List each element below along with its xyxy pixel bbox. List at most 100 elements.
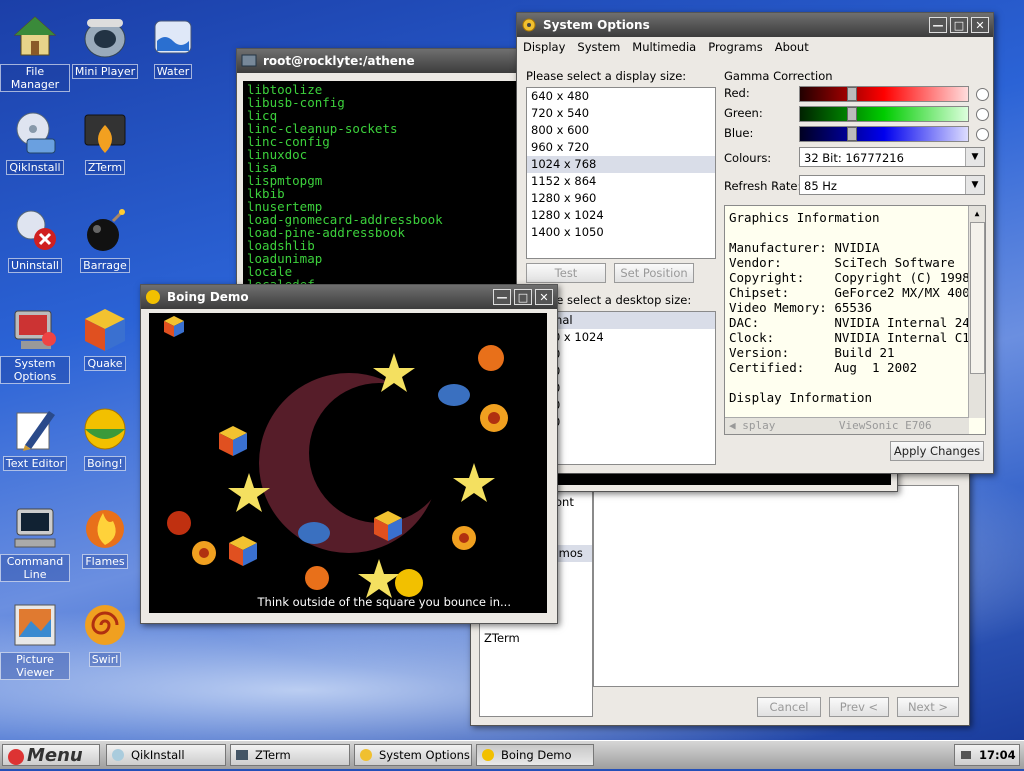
computer-icon [10, 502, 60, 552]
desktop-icon-swirl[interactable]: Swirl [70, 600, 140, 667]
maximize-icon: □ [953, 18, 965, 32]
elephant-icon [298, 522, 330, 544]
refresh-rate-label: Refresh Rate: [724, 179, 802, 193]
boing-ball-icon [395, 569, 423, 597]
boing-icon [481, 748, 495, 762]
desktop-icon-system-options[interactable]: System Options [0, 304, 70, 384]
info-line: Chipset: GeForce2 MX/MX 400 [729, 285, 970, 300]
taskbar: Menu QikInstall ZTerm System Options Boi… [0, 740, 1024, 769]
info-line [729, 375, 970, 390]
colours-label: Colours: [724, 151, 772, 165]
desktop-icon-boing[interactable]: Boing! [70, 404, 140, 471]
list-item[interactable]: 1280 x 1024 [527, 207, 715, 224]
terminal-icon [80, 108, 130, 158]
taskbar-item-boing-demo[interactable]: Boing Demo [476, 744, 594, 766]
scroll-thumb[interactable] [970, 222, 985, 374]
menu-about[interactable]: About [769, 40, 815, 54]
desktop-icon-qikinstall[interactable]: QikInstall [0, 108, 70, 175]
set-position-button[interactable]: Set Position [614, 263, 694, 283]
desktop-icon-water[interactable]: Water [138, 12, 208, 79]
system-clock[interactable]: 17:04 [954, 744, 1020, 766]
scroll-up-icon[interactable]: ▲ [970, 206, 984, 220]
cancel-button[interactable]: Cancel [757, 697, 821, 717]
desktop-icon-barrage[interactable]: Barrage [70, 206, 140, 273]
desktop-icon-picture-viewer[interactable]: Picture Viewer [0, 600, 70, 680]
menu-multimedia[interactable]: Multimedia [626, 40, 702, 54]
minimize-button[interactable]: — [493, 289, 511, 305]
colours-select[interactable]: 32 Bit: 16777216 ▼ [799, 147, 985, 167]
list-item[interactable]: 800 x 600 [527, 122, 715, 139]
scroll-left-icon[interactable]: ◀ [725, 419, 736, 432]
list-item[interactable]: ZTerm [480, 630, 592, 647]
display-size-list[interactable]: 640 x 480 720 x 540 800 x 600 960 x 720 … [526, 87, 716, 259]
close-button[interactable]: ✕ [535, 289, 553, 305]
system-options-icon [10, 304, 60, 354]
menu-display[interactable]: Display [517, 40, 571, 54]
slider-thumb[interactable] [847, 127, 858, 141]
taskbar-item-system-options[interactable]: System Options [354, 744, 472, 766]
info-line [729, 225, 970, 240]
blue-radio[interactable] [976, 128, 989, 141]
info-line: DAC: NVIDIA Internal 24 [729, 315, 970, 330]
close-button[interactable]: ✕ [971, 17, 989, 33]
desktop-icon-text-editor[interactable]: Text Editor [0, 404, 70, 471]
list-item[interactable]: 1400 x 1050 [527, 224, 715, 241]
desktop-icon-flames[interactable]: Flames [70, 502, 140, 569]
blue-gamma-slider[interactable] [799, 126, 969, 142]
menu-programs[interactable]: Programs [702, 40, 769, 54]
boing-demo-window[interactable]: Boing Demo — □ ✕ Think outside of the sq… [140, 284, 558, 624]
slider-thumb[interactable] [847, 107, 858, 121]
minimize-button[interactable]: — [929, 17, 947, 33]
refresh-rate-select[interactable]: 85 Hz ▼ [799, 175, 985, 195]
slider-thumb[interactable] [847, 87, 858, 101]
info-line: Copyright: Copyright (C) 1998 [729, 270, 970, 285]
window-title: Boing Demo [167, 290, 249, 304]
test-button[interactable]: Test [526, 263, 606, 283]
desktop-icon-command-line[interactable]: Command Line [0, 502, 70, 582]
green-gamma-slider[interactable] [799, 106, 969, 122]
list-item-selected[interactable]: 1024 x 768 [527, 156, 715, 173]
desktop-icon-quake[interactable]: Quake [70, 304, 140, 371]
apply-changes-button[interactable]: Apply Changes [890, 441, 984, 461]
taskbar-item-zterm[interactable]: ZTerm [230, 744, 350, 766]
boing-titlebar[interactable]: Boing Demo — □ ✕ [141, 285, 557, 309]
maximize-button[interactable]: □ [950, 17, 968, 33]
maximize-button[interactable]: □ [514, 289, 532, 305]
next-button[interactable]: Next > [897, 697, 959, 717]
graphics-info-panel[interactable]: Graphics Information Manufacturer: NVIDIA… [724, 205, 986, 435]
start-menu-button[interactable]: Menu [2, 744, 100, 766]
vertical-scrollbar[interactable]: ▲ [968, 206, 985, 418]
list-item[interactable]: 720 x 540 [527, 105, 715, 122]
boing-icon [80, 404, 130, 454]
desktop-icon-zterm[interactable]: ZTerm [70, 108, 140, 175]
house-icon [10, 12, 60, 62]
gear-icon [359, 748, 373, 762]
green-radio[interactable] [976, 108, 989, 121]
red-radio[interactable] [976, 88, 989, 101]
desktop: File Manager Mini Player Water QikInstal… [0, 0, 1024, 740]
taskbar-item-qikinstall[interactable]: QikInstall [106, 744, 226, 766]
system-options-titlebar[interactable]: System Options — □ ✕ [517, 13, 993, 37]
desktop-icon-uninstall[interactable]: Uninstall [0, 206, 70, 273]
star-icon [358, 559, 400, 598]
list-item[interactable]: 1152 x 864 [527, 173, 715, 190]
window-title: System Options [543, 18, 650, 32]
moon-shadow [309, 383, 449, 523]
green-label: Green: [724, 106, 763, 120]
list-item[interactable]: 640 x 480 [527, 88, 715, 105]
installer-details-panel [593, 485, 959, 687]
info-line: Video Memory: 65536 [729, 300, 872, 315]
swirl-icon [192, 541, 216, 565]
desktop-icon-file-manager[interactable]: File Manager [0, 12, 70, 92]
horizontal-scrollbar[interactable]: ◀ splay ViewSonic E706 [725, 417, 969, 434]
list-item[interactable]: 1280 x 960 [527, 190, 715, 207]
boing-canvas[interactable]: Think outside of the square you bounce i… [149, 313, 547, 613]
list-item[interactable]: 960 x 720 [527, 139, 715, 156]
water-icon [148, 12, 198, 62]
close-icon: ✕ [539, 290, 549, 304]
desktop-icon-mini-player[interactable]: Mini Player [70, 12, 140, 79]
red-gamma-slider[interactable] [799, 86, 969, 102]
system-options-window[interactable]: System Options — □ ✕ Display System Mult… [516, 12, 994, 474]
prev-button[interactable]: Prev < [829, 697, 889, 717]
menu-system[interactable]: System [571, 40, 626, 54]
